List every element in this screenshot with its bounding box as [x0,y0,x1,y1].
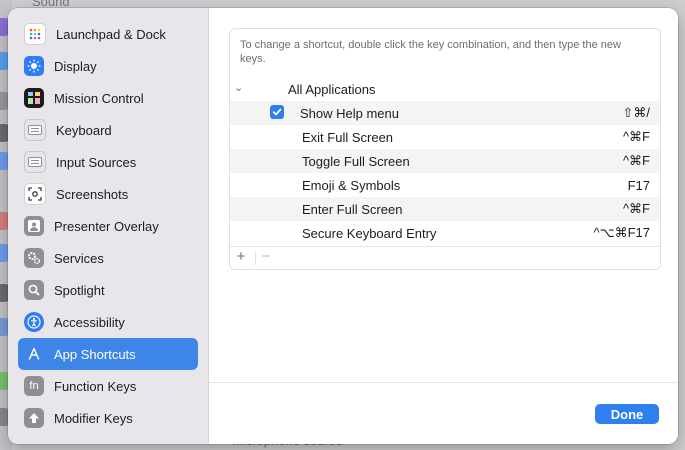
sidebar-item-label: Function Keys [54,378,137,394]
shortcut-name: Enter Full Screen [302,201,403,217]
sidebar-item-label: Accessibility [54,314,125,330]
sidebar-item-label: Keyboard [56,122,112,138]
shortcut-keys[interactable]: ⇧⌘/ [622,105,650,121]
sidebar-item-label: Spotlight [54,282,105,298]
enabled-checkbox[interactable] [270,105,284,119]
chevron-down-icon[interactable]: ⌄ [234,81,243,94]
shortcut-name: Emoji & Symbols [302,177,401,193]
shortcut-row[interactable]: Toggle Full Screen ^⌘F [230,149,660,173]
sidebar-item-label: Launchpad & Dock [56,26,166,42]
sidebar-item-function-keys[interactable]: fn Function Keys [18,370,198,402]
shortcut-name: Show Help menu [300,105,399,121]
shortcuts-sidebar: Launchpad & Dock Display Mission Control… [8,8,209,444]
keyboard-icon [24,119,46,141]
sidebar-item-modifier-keys[interactable]: Modifier Keys [18,402,198,434]
shortcuts-table: To change a shortcut, double click the k… [229,28,661,270]
sidebar-item-label: Input Sources [56,154,137,170]
sidebar-item-app-shortcuts[interactable]: App Shortcuts [18,338,198,370]
launchpad-icon [24,23,46,45]
presenter-overlay-icon [24,216,44,236]
sidebar-item-label: App Shortcuts [54,346,136,362]
sidebar-item-launchpad-dock[interactable]: Launchpad & Dock [18,18,198,50]
gear-icon [24,248,44,268]
shortcut-row[interactable]: Secure Keyboard Entry ^⌥⌘F17 [230,221,660,245]
sidebar-item-display[interactable]: Display [18,50,198,82]
shortcut-row[interactable]: Emoji & Symbols F17 [230,173,660,197]
group-label: All Applications [288,81,376,97]
modifier-keys-icon [24,408,44,428]
shortcut-row[interactable]: Enter Full Screen ^⌘F [230,197,660,221]
sidebar-item-services[interactable]: Services [18,242,198,274]
shortcut-keys[interactable]: ^⌘F [623,153,650,169]
mission-control-icon [24,88,44,108]
sidebar-item-label: Mission Control [54,90,144,106]
screenshot-icon [24,183,46,205]
accessibility-icon [24,312,44,332]
shortcut-name: Toggle Full Screen [302,153,410,169]
sidebar-item-label: Screenshots [56,186,129,202]
sidebar-item-label: Services [54,250,104,266]
sidebar-item-label: Modifier Keys [54,410,133,426]
add-shortcut-button[interactable]: + [231,248,251,265]
sidebar-item-keyboard[interactable]: Keyboard [18,114,198,146]
sidebar-item-presenter-overlay[interactable]: Presenter Overlay [18,210,198,242]
shortcut-name: Secure Keyboard Entry [302,225,437,241]
input-sources-icon [24,151,46,173]
footer-divider [209,382,678,383]
sidebar-item-label: Presenter Overlay [54,218,159,234]
instructions-text: To change a shortcut, double click the k… [240,39,621,65]
sidebar-item-screenshots[interactable]: Screenshots [18,178,198,210]
sidebar-item-accessibility[interactable]: Accessibility [18,306,198,338]
shortcut-row[interactable]: Show Help menu ⇧⌘/ [230,101,660,125]
sidebar-item-input-sources[interactable]: Input Sources [18,146,198,178]
shortcut-keys[interactable]: ^⌘F [623,201,650,217]
display-icon [24,56,44,76]
keyboard-shortcuts-sheet: Launchpad & Dock Display Mission Control… [8,8,678,444]
fn-key-icon: fn [24,376,44,396]
sidebar-item-mission-control[interactable]: Mission Control [18,82,198,114]
shortcuts-content: To change a shortcut, double click the k… [209,8,678,444]
shortcut-keys[interactable]: ^⌘F [623,129,650,145]
app-store-icon [24,344,44,364]
sidebar-item-label: Display [54,58,97,74]
shortcut-row[interactable]: Exit Full Screen ^⌘F [230,125,660,149]
table-toolbar: + − [230,246,660,269]
shortcut-name: Exit Full Screen [302,129,394,145]
remove-shortcut-button[interactable]: − [256,248,276,265]
shortcut-keys[interactable]: F17 [628,178,650,193]
done-button[interactable]: Done [595,404,659,424]
shortcut-keys[interactable]: ^⌥⌘F17 [594,225,650,241]
spotlight-icon [24,280,44,300]
group-row-all-applications[interactable]: ⌄ All Applications [230,77,660,101]
sidebar-item-spotlight[interactable]: Spotlight [18,274,198,306]
